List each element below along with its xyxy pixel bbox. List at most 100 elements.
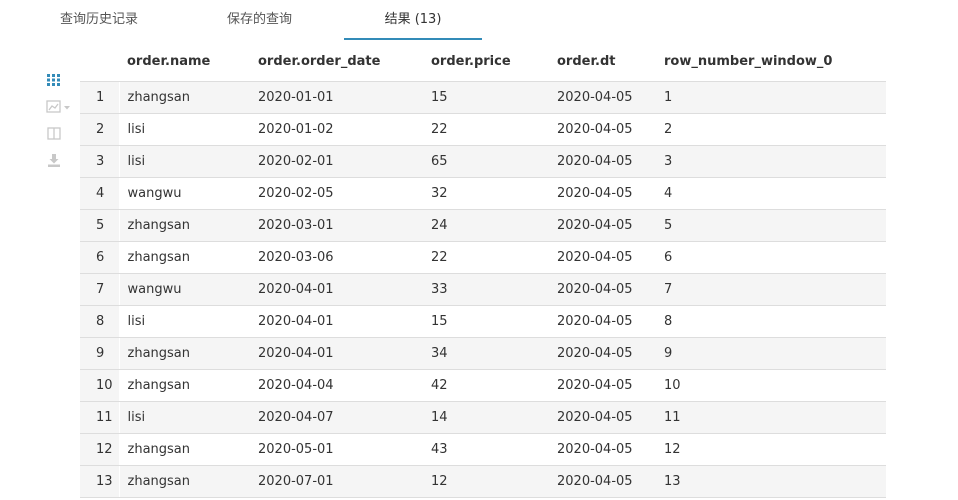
table-row[interactable]: 13 zhangsan 2020-07-01 12 2020-04-05 13 <box>80 465 886 498</box>
cell-order-date: 2020-01-02 <box>258 113 431 146</box>
header-order-dt[interactable]: order.dt <box>557 42 664 82</box>
cell-order-date: 2020-03-06 <box>258 241 431 274</box>
table-row[interactable]: 7 wangwu 2020-04-01 33 2020-04-05 7 <box>80 273 886 306</box>
cell-order-price: 32 <box>431 177 557 210</box>
table-row[interactable]: 3 lisi 2020-02-01 65 2020-04-05 3 <box>80 145 886 178</box>
cell-row-index: 8 <box>80 305 120 338</box>
download-icon <box>48 154 60 167</box>
cell-order-dt: 2020-04-05 <box>557 465 664 498</box>
table-row[interactable]: 10 zhangsan 2020-04-04 42 2020-04-05 10 <box>80 369 886 402</box>
tab-saved-queries[interactable]: 保存的查询 <box>227 0 292 40</box>
cell-row-index: 12 <box>80 433 120 466</box>
cell-order-price: 43 <box>431 433 557 466</box>
cell-row-number: 9 <box>664 337 886 370</box>
table-row[interactable]: 1 zhangsan 2020-01-01 15 2020-04-05 1 <box>80 81 886 114</box>
cell-order-dt: 2020-04-05 <box>557 401 664 434</box>
cell-row-number: 8 <box>664 305 886 338</box>
cell-row-number: 6 <box>664 241 886 274</box>
cell-order-date: 2020-04-04 <box>258 369 431 402</box>
cell-order-dt: 2020-04-05 <box>557 337 664 370</box>
table-row[interactable]: 2 lisi 2020-01-02 22 2020-04-05 2 <box>80 113 886 146</box>
chart-view-button[interactable] <box>44 97 70 124</box>
cell-row-index: 6 <box>80 241 120 274</box>
header-order-date[interactable]: order.order_date <box>258 42 431 82</box>
cell-row-index: 3 <box>80 145 120 178</box>
cell-order-name: zhangsan <box>119 433 258 466</box>
cell-order-price: 14 <box>431 401 557 434</box>
cell-row-number: 1 <box>664 81 886 114</box>
cell-row-index: 4 <box>80 177 120 210</box>
header-order-price[interactable]: order.price <box>431 42 557 82</box>
query-results-page: 查询历史记录 保存的查询 结果 (13) order.name order.or… <box>0 0 958 500</box>
cell-order-name: lisi <box>119 145 258 178</box>
cell-row-index: 9 <box>80 337 120 370</box>
cell-order-price: 65 <box>431 145 557 178</box>
download-button[interactable] <box>44 151 68 178</box>
cell-row-number: 10 <box>664 369 886 402</box>
cell-order-dt: 2020-04-05 <box>557 305 664 338</box>
results-table-container: order.name order.order_date order.price … <box>80 42 886 498</box>
cell-order-date: 2020-04-01 <box>258 305 431 338</box>
table-body: 1 zhangsan 2020-01-01 15 2020-04-05 1 2 lisi 202… <box>80 81 886 498</box>
cell-order-price: 24 <box>431 209 557 242</box>
cell-order-price: 15 <box>431 81 557 114</box>
table-row[interactable]: 8 lisi 2020-04-01 15 2020-04-05 8 <box>80 305 886 338</box>
cell-row-index: 7 <box>80 273 120 306</box>
cell-order-date: 2020-01-01 <box>258 81 431 114</box>
table-row[interactable]: 6 zhangsan 2020-03-06 22 2020-04-05 6 <box>80 241 886 274</box>
cell-row-number: 3 <box>664 145 886 178</box>
grid-icon <box>47 74 60 86</box>
cell-order-name: zhangsan <box>119 209 258 242</box>
cell-order-dt: 2020-04-05 <box>557 113 664 146</box>
cell-order-name: wangwu <box>119 273 258 306</box>
cell-row-number: 13 <box>664 465 886 498</box>
cell-order-name: wangwu <box>119 177 258 210</box>
header-order-name[interactable]: order.name <box>119 42 258 82</box>
header-row-index <box>80 42 119 82</box>
cell-order-date: 2020-02-05 <box>258 177 431 210</box>
cell-order-dt: 2020-04-05 <box>557 145 664 178</box>
cell-order-price: 15 <box>431 305 557 338</box>
cell-row-index: 10 <box>80 369 120 402</box>
chart-icon <box>46 100 70 113</box>
cell-order-name: zhangsan <box>119 369 258 402</box>
cell-row-number: 11 <box>664 401 886 434</box>
cell-row-index: 2 <box>80 113 120 146</box>
tab-results[interactable]: 结果 (13) <box>344 0 482 40</box>
table-row[interactable]: 4 wangwu 2020-02-05 32 2020-04-05 4 <box>80 177 886 210</box>
results-table: order.name order.order_date order.price … <box>80 42 886 498</box>
cell-row-index: 1 <box>80 81 120 114</box>
table-row[interactable]: 5 zhangsan 2020-03-01 24 2020-04-05 5 <box>80 209 886 242</box>
cell-order-name: lisi <box>119 113 258 146</box>
cell-row-index: 11 <box>80 401 120 434</box>
cell-order-dt: 2020-04-05 <box>557 273 664 306</box>
tab-query-history[interactable]: 查询历史记录 <box>60 0 138 40</box>
grid-view-button[interactable] <box>44 70 68 97</box>
result-toolbar <box>44 70 70 178</box>
header-row-number[interactable]: row_number_window_0 <box>664 42 886 82</box>
cell-order-name: lisi <box>119 305 258 338</box>
table-row[interactable]: 9 zhangsan 2020-04-01 34 2020-04-05 9 <box>80 337 886 370</box>
cell-row-number: 5 <box>664 209 886 242</box>
cell-order-price: 22 <box>431 113 557 146</box>
chevron-down-icon <box>64 106 70 110</box>
cell-row-number: 7 <box>664 273 886 306</box>
columns-view-button[interactable] <box>44 124 68 151</box>
cell-order-name: lisi <box>119 401 258 434</box>
cell-order-name: zhangsan <box>119 465 258 498</box>
cell-order-price: 34 <box>431 337 557 370</box>
cell-order-date: 2020-02-01 <box>258 145 431 178</box>
cell-order-dt: 2020-04-05 <box>557 369 664 402</box>
cell-row-number: 12 <box>664 433 886 466</box>
cell-order-name: zhangsan <box>119 337 258 370</box>
cell-row-index: 5 <box>80 209 120 242</box>
cell-order-dt: 2020-04-05 <box>557 177 664 210</box>
result-tabs: 查询历史记录 保存的查询 结果 (13) <box>0 0 958 42</box>
cell-order-dt: 2020-04-05 <box>557 241 664 274</box>
cell-row-number: 2 <box>664 113 886 146</box>
table-row[interactable]: 12 zhangsan 2020-05-01 43 2020-04-05 12 <box>80 433 886 466</box>
cell-order-price: 12 <box>431 465 557 498</box>
cell-order-dt: 2020-04-05 <box>557 209 664 242</box>
cell-row-number: 4 <box>664 177 886 210</box>
table-row[interactable]: 11 lisi 2020-04-07 14 2020-04-05 11 <box>80 401 886 434</box>
